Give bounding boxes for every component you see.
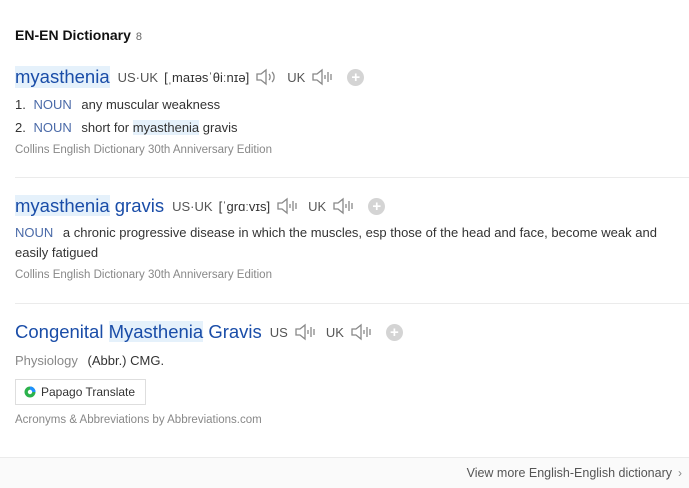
definition-text: any muscular weakness bbox=[81, 97, 221, 112]
definition-row: 1. NOUN any muscular weakness bbox=[15, 97, 221, 112]
entry-head: myasthenia US·UK [ˌmaɪəsˈθiːnɪə] UK + bbox=[15, 65, 689, 89]
dictionary-header: EN-EN Dictionary 8 bbox=[15, 27, 142, 47]
definition-link[interactable]: myasthenia bbox=[132, 120, 200, 135]
divider bbox=[15, 177, 689, 178]
chevron-right-icon: › bbox=[678, 466, 682, 480]
dictionary-source: Acronyms & Abbreviations by Abbreviation… bbox=[15, 414, 262, 426]
papago-logo-icon bbox=[24, 386, 36, 398]
entry-congenital-myasthenia-gravis: Congenital Myasthenia Gravis US UK + Phy… bbox=[15, 320, 689, 426]
papago-translate-button[interactable]: Papago Translate bbox=[15, 379, 147, 405]
add-to-wordbook-plus-icon[interactable]: + bbox=[368, 197, 386, 215]
add-to-wordbook-plus-icon[interactable]: + bbox=[347, 68, 365, 86]
speaker-icon[interactable] bbox=[294, 322, 318, 342]
uk-label: UK bbox=[308, 198, 327, 214]
definition-text: (Abbr.) CMG. bbox=[87, 353, 165, 368]
dictionary-title: EN-EN Dictionary bbox=[15, 27, 131, 43]
pronunciation: [ˈgrɑːvɪs] bbox=[218, 198, 271, 214]
definition-text: gravis bbox=[202, 120, 238, 135]
headword-link[interactable]: Congenital Myasthenia Gravis bbox=[15, 321, 262, 343]
entry-myasthenia: myasthenia US·UK [ˌmaɪəsˈθiːnɪə] UK + 1.… bbox=[15, 65, 689, 156]
speaker-icon[interactable] bbox=[255, 67, 279, 87]
headword-link[interactable]: myasthenia gravis bbox=[15, 195, 164, 217]
us-label: US·UK bbox=[172, 198, 213, 214]
entry-head: Congenital Myasthenia Gravis US UK + bbox=[15, 320, 689, 344]
speaker-icon[interactable] bbox=[350, 322, 374, 342]
subject-field: Physiology bbox=[15, 353, 78, 368]
speaker-icon[interactable] bbox=[311, 67, 335, 87]
entry-myasthenia-gravis: myasthenia gravis US·UK [ˈgrɑːvɪs] UK + … bbox=[15, 194, 689, 281]
headword-link[interactable]: myasthenia bbox=[15, 66, 110, 88]
definition-text: a chronic progressive disease in which t… bbox=[15, 225, 657, 260]
uk-label: UK bbox=[287, 69, 306, 85]
papago-row: Papago Translate bbox=[15, 379, 689, 405]
papago-label: Papago Translate bbox=[41, 385, 136, 399]
view-more-link[interactable]: View more English-English dictionary › bbox=[467, 466, 682, 480]
speaker-icon[interactable] bbox=[276, 196, 300, 216]
add-to-wordbook-plus-icon[interactable]: + bbox=[385, 323, 403, 341]
us-label: US·UK bbox=[117, 69, 159, 85]
part-of-speech: NOUN bbox=[33, 120, 72, 135]
entry-head: myasthenia gravis US·UK [ˈgrɑːvɪs] UK + bbox=[15, 194, 689, 218]
uk-label: UK bbox=[325, 324, 344, 340]
part-of-speech: NOUN bbox=[15, 225, 54, 240]
definition-row: 2. NOUN short for myasthenia gravis bbox=[15, 120, 238, 135]
definition-text: short for bbox=[81, 120, 130, 135]
dictionary-source: Collins English Dictionary 30th Annivers… bbox=[15, 269, 272, 281]
speaker-icon[interactable] bbox=[332, 196, 356, 216]
divider bbox=[15, 303, 689, 304]
part-of-speech: NOUN bbox=[33, 97, 72, 112]
pronunciation: [ˌmaɪəsˈθiːnɪə] bbox=[164, 69, 250, 85]
result-count: 8 bbox=[135, 31, 143, 43]
definition-row: NOUN a chronic progressive disease in wh… bbox=[15, 223, 689, 263]
dictionary-source: Collins English Dictionary 30th Annivers… bbox=[15, 144, 272, 156]
us-label: US bbox=[269, 324, 288, 340]
definition-row: Physiology (Abbr.) CMG. bbox=[15, 351, 689, 371]
footer-bar: View more English-English dictionary › bbox=[0, 457, 689, 488]
